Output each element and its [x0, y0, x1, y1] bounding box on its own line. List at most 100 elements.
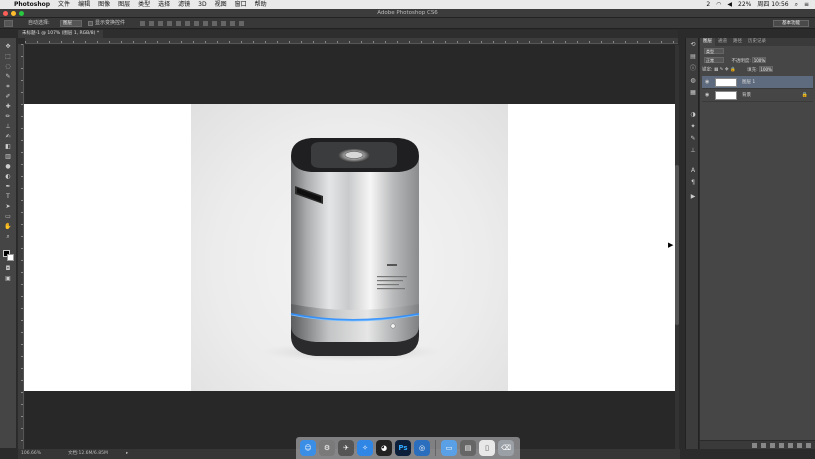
adjustments-panel-icon[interactable]: ◑ [689, 112, 697, 118]
transform-controls-checkbox[interactable] [88, 21, 93, 26]
tab-history[interactable]: 历史记录 [745, 38, 769, 46]
layer-1-image[interactable] [191, 104, 508, 391]
menu-layer[interactable]: 图层 [118, 0, 130, 9]
menu-image[interactable]: 图像 [98, 0, 110, 9]
photoshop-icon[interactable]: Ps [395, 440, 411, 456]
folder-icon[interactable]: ▭ [441, 440, 457, 456]
blend-mode-dropdown[interactable]: 正常 [704, 57, 724, 63]
distribute-icon[interactable] [230, 21, 235, 26]
menu-filter[interactable]: 滤镜 [178, 0, 190, 9]
align-left-icon[interactable] [167, 21, 172, 26]
menu-view[interactable]: 视图 [215, 0, 227, 9]
history-brush-tool-icon[interactable]: ✍ [4, 134, 12, 140]
distribute-icon[interactable] [194, 21, 199, 26]
opacity-input[interactable]: 100% [752, 57, 767, 63]
quick-select-tool-icon[interactable]: ✎ [4, 74, 12, 80]
move-tool-icon[interactable]: ✥ [4, 44, 12, 50]
qq-icon[interactable]: ◕ [376, 440, 392, 456]
shape-tool-icon[interactable]: ▭ [4, 214, 12, 220]
app-menu[interactable]: Photoshop [14, 0, 50, 9]
layer-style-icon[interactable] [761, 442, 766, 448]
link-layers-icon[interactable] [752, 442, 757, 448]
adjustment-layer-icon[interactable] [779, 442, 784, 448]
layer-filter-dropdown[interactable]: 类型 [704, 48, 724, 54]
swatches-panel-icon[interactable]: ▦ [689, 90, 697, 96]
lock-position-icon[interactable]: ✥ [725, 68, 729, 73]
align-vcenter-icon[interactable] [149, 21, 154, 26]
screen-mode-icon[interactable]: ▣ [4, 276, 12, 282]
fill-input[interactable]: 100% [759, 66, 774, 72]
distribute-icon[interactable] [212, 21, 217, 26]
marquee-tool-icon[interactable]: ⬚ [4, 54, 12, 60]
safari-icon[interactable]: ✧ [357, 440, 373, 456]
dodge-tool-icon[interactable]: ◐ [4, 174, 12, 180]
align-right-icon[interactable] [185, 21, 190, 26]
brush-panel-icon[interactable]: ✎ [689, 136, 697, 142]
styles-panel-icon[interactable]: ✦ [689, 124, 697, 130]
actions-panel-icon[interactable]: ▶ [689, 194, 697, 200]
hand-tool-icon[interactable]: ✋ [4, 224, 12, 230]
canvas-vertical-scrollbar[interactable] [675, 45, 679, 449]
menu-file[interactable]: 文件 [58, 0, 70, 9]
notification-badge[interactable]: 2 [706, 0, 710, 9]
menubar-clock[interactable]: 周四 10:56 [757, 0, 788, 9]
tab-channels[interactable]: 通道 [715, 38, 730, 46]
visibility-eye-icon[interactable]: ◉ [705, 89, 709, 102]
menu-window[interactable]: 窗口 [235, 0, 247, 9]
lock-transparent-icon[interactable]: ▦ [714, 68, 718, 73]
background-color-swatch[interactable] [7, 254, 14, 261]
blur-tool-icon[interactable]: ● [4, 164, 12, 170]
align-hcenter-icon[interactable] [176, 21, 181, 26]
lock-all-icon[interactable]: 🔒 [730, 68, 736, 73]
zoom-tool-icon[interactable]: ⌕ [4, 234, 12, 240]
eraser-tool-icon[interactable]: ◧ [4, 144, 12, 150]
delete-layer-icon[interactable] [806, 442, 811, 448]
lasso-tool-icon[interactable]: ◌ [4, 64, 12, 70]
layer-row-background[interactable]: ◉ 背景 🔒 [702, 89, 813, 102]
healing-brush-tool-icon[interactable]: ✚ [4, 104, 12, 110]
history-panel-icon[interactable]: ⟲ [689, 42, 697, 48]
spotlight-icon[interactable]: ⌕ [795, 0, 798, 9]
layer-mask-icon[interactable] [770, 442, 775, 448]
eyedropper-tool-icon[interactable]: ✐ [4, 94, 12, 100]
color-panel-icon[interactable]: ◍ [689, 78, 697, 84]
scrollbar-thumb[interactable] [675, 165, 679, 325]
browser-icon[interactable]: ◎ [414, 440, 430, 456]
new-group-icon[interactable] [788, 442, 793, 448]
new-layer-icon[interactable] [797, 442, 802, 448]
move-tool-preset-icon[interactable] [4, 20, 13, 27]
character-panel-icon[interactable]: A [689, 168, 697, 174]
visibility-eye-icon[interactable]: ◉ [705, 76, 709, 89]
align-top-icon[interactable] [140, 21, 145, 26]
status-menu-arrow[interactable]: ▸ [126, 449, 128, 459]
align-bottom-icon[interactable] [158, 21, 163, 26]
workspace-switcher[interactable]: 基本功能 [773, 20, 809, 27]
menu-3d[interactable]: 3D [198, 0, 206, 9]
menu-edit[interactable]: 编辑 [78, 0, 90, 9]
layer-row-layer1[interactable]: ◉ 图层 1 [702, 76, 813, 89]
system-preferences-icon[interactable]: ⚙ [319, 440, 335, 456]
preview-icon[interactable]: ▤ [460, 440, 476, 456]
wifi-icon[interactable]: ◠ [716, 0, 721, 9]
pen-tool-icon[interactable]: ✒ [4, 184, 12, 190]
lock-pixels-icon[interactable]: ✎ [720, 68, 724, 73]
menu-type[interactable]: 类型 [138, 0, 150, 9]
type-tool-icon[interactable]: T [4, 194, 12, 200]
launchpad-icon[interactable]: ✈ [338, 440, 354, 456]
menu-select[interactable]: 选择 [158, 0, 170, 9]
brush-tool-icon[interactable]: ✏ [4, 114, 12, 120]
menu-help[interactable]: 帮助 [255, 0, 267, 9]
volume-icon[interactable]: ◀ [727, 0, 732, 9]
layer-name[interactable]: 背景 [742, 89, 751, 102]
crop-tool-icon[interactable]: ⌗ [4, 84, 12, 90]
finder-icon[interactable]: ☺ [300, 440, 316, 456]
distribute-icon[interactable] [203, 21, 208, 26]
gradient-tool-icon[interactable]: ▥ [4, 154, 12, 160]
tab-paths[interactable]: 路径 [730, 38, 745, 46]
document-tab[interactable]: 未标题-1 @ 107% (图层 1, RGB/8) * [18, 30, 104, 38]
tab-layers[interactable]: 图层 [700, 38, 715, 46]
notification-center-icon[interactable]: ≡ [804, 0, 809, 9]
trash-icon[interactable]: ⌫ [498, 440, 514, 456]
paragraph-panel-icon[interactable]: ¶ [689, 180, 697, 186]
auto-select-dropdown[interactable]: 图层 [60, 20, 82, 27]
